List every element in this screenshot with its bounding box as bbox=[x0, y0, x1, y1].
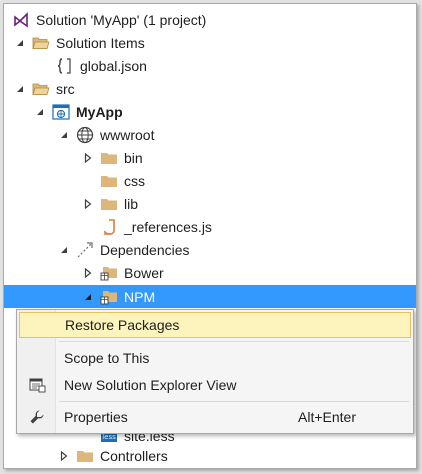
scope-to-this-label: Scope to This bbox=[64, 350, 150, 366]
menu-item-properties[interactable]: Properties Alt+Enter bbox=[19, 404, 411, 430]
tree-row-solution[interactable]: Solution 'MyApp' (1 project) bbox=[4, 8, 416, 31]
tree-row-bin[interactable]: bin bbox=[4, 146, 416, 169]
tree-row-dependencies[interactable]: Dependencies bbox=[4, 238, 416, 261]
javascript-file-icon bbox=[100, 218, 118, 236]
tree-row-controllers[interactable]: Controllers bbox=[4, 444, 416, 467]
references-js-label: _references.js bbox=[124, 218, 212, 235]
tree-row-src[interactable]: src bbox=[4, 77, 416, 100]
properties-label: Properties bbox=[64, 409, 128, 425]
globe-icon bbox=[76, 126, 94, 144]
tree-row-wwwroot[interactable]: wwwroot bbox=[4, 123, 416, 146]
new-solution-explorer-view-label: New Solution Explorer View bbox=[64, 377, 237, 393]
project-label: MyApp bbox=[76, 103, 123, 120]
wrench-icon bbox=[28, 408, 46, 426]
tree-row-css[interactable]: css bbox=[4, 169, 416, 192]
package-folder-icon bbox=[100, 288, 118, 306]
wwwroot-label: wwwroot bbox=[100, 126, 155, 143]
collapsed-arrow-icon[interactable] bbox=[82, 267, 94, 279]
dependencies-label: Dependencies bbox=[100, 241, 190, 258]
npm-label: NPM bbox=[124, 288, 156, 305]
folder-open-icon bbox=[32, 34, 50, 52]
bin-label: bin bbox=[124, 149, 143, 166]
tree-row-bower[interactable]: Bower bbox=[4, 261, 416, 284]
properties-shortcut: Alt+Enter bbox=[298, 409, 356, 425]
collapsed-arrow-icon[interactable] bbox=[58, 450, 70, 462]
web-project-icon bbox=[52, 103, 70, 121]
expanded-arrow-icon[interactable] bbox=[34, 106, 46, 118]
controllers-label: Controllers bbox=[100, 447, 168, 464]
restore-packages-label: Restore Packages bbox=[65, 317, 180, 333]
solution-explorer-tree: Solution 'MyApp' (1 project) Solution It… bbox=[3, 3, 417, 469]
folder-icon bbox=[100, 149, 118, 167]
bower-label: Bower bbox=[124, 264, 164, 281]
menu-separator bbox=[59, 401, 409, 402]
tree-row-npm[interactable]: NPM bbox=[4, 285, 416, 308]
folder-icon bbox=[100, 172, 118, 190]
menu-item-restore-packages[interactable]: Restore Packages bbox=[19, 312, 411, 338]
json-file-icon bbox=[56, 57, 74, 75]
solution-items-label: Solution Items bbox=[56, 34, 145, 51]
css-label: css bbox=[124, 172, 145, 189]
package-folder-icon bbox=[100, 264, 118, 282]
expanded-arrow-icon[interactable] bbox=[58, 129, 70, 141]
lib-label: lib bbox=[124, 195, 139, 212]
menu-separator bbox=[59, 341, 409, 342]
folder-open-icon bbox=[32, 80, 50, 98]
tree-row-global-json[interactable]: global.json bbox=[4, 54, 416, 77]
menu-item-scope-to-this[interactable]: Scope to This bbox=[19, 345, 411, 371]
global-json-label: global.json bbox=[80, 57, 147, 74]
folder-icon bbox=[100, 195, 118, 213]
folder-icon bbox=[76, 447, 94, 465]
tree-row-solution-items[interactable]: Solution Items bbox=[4, 31, 416, 54]
dependencies-icon bbox=[76, 241, 94, 259]
expanded-arrow-icon[interactable] bbox=[14, 37, 26, 49]
expanded-arrow-icon[interactable] bbox=[58, 244, 70, 256]
collapsed-arrow-icon[interactable] bbox=[82, 152, 94, 164]
tree-row-project[interactable]: MyApp bbox=[4, 100, 416, 123]
expanded-arrow-icon[interactable] bbox=[14, 83, 26, 95]
src-label: src bbox=[56, 80, 75, 97]
tree-row-lib[interactable]: lib bbox=[4, 192, 416, 215]
new-window-icon bbox=[28, 376, 46, 394]
visual-studio-solution-icon bbox=[12, 11, 30, 29]
solution-label: Solution 'MyApp' (1 project) bbox=[36, 11, 207, 28]
tree-row-references-js[interactable]: _references.js bbox=[4, 215, 416, 238]
expanded-arrow-icon[interactable] bbox=[82, 291, 94, 303]
collapsed-arrow-icon[interactable] bbox=[82, 198, 94, 210]
context-menu: Restore Packages Scope to This New Solut… bbox=[16, 309, 414, 434]
menu-item-new-solution-explorer-view[interactable]: New Solution Explorer View bbox=[19, 372, 411, 398]
